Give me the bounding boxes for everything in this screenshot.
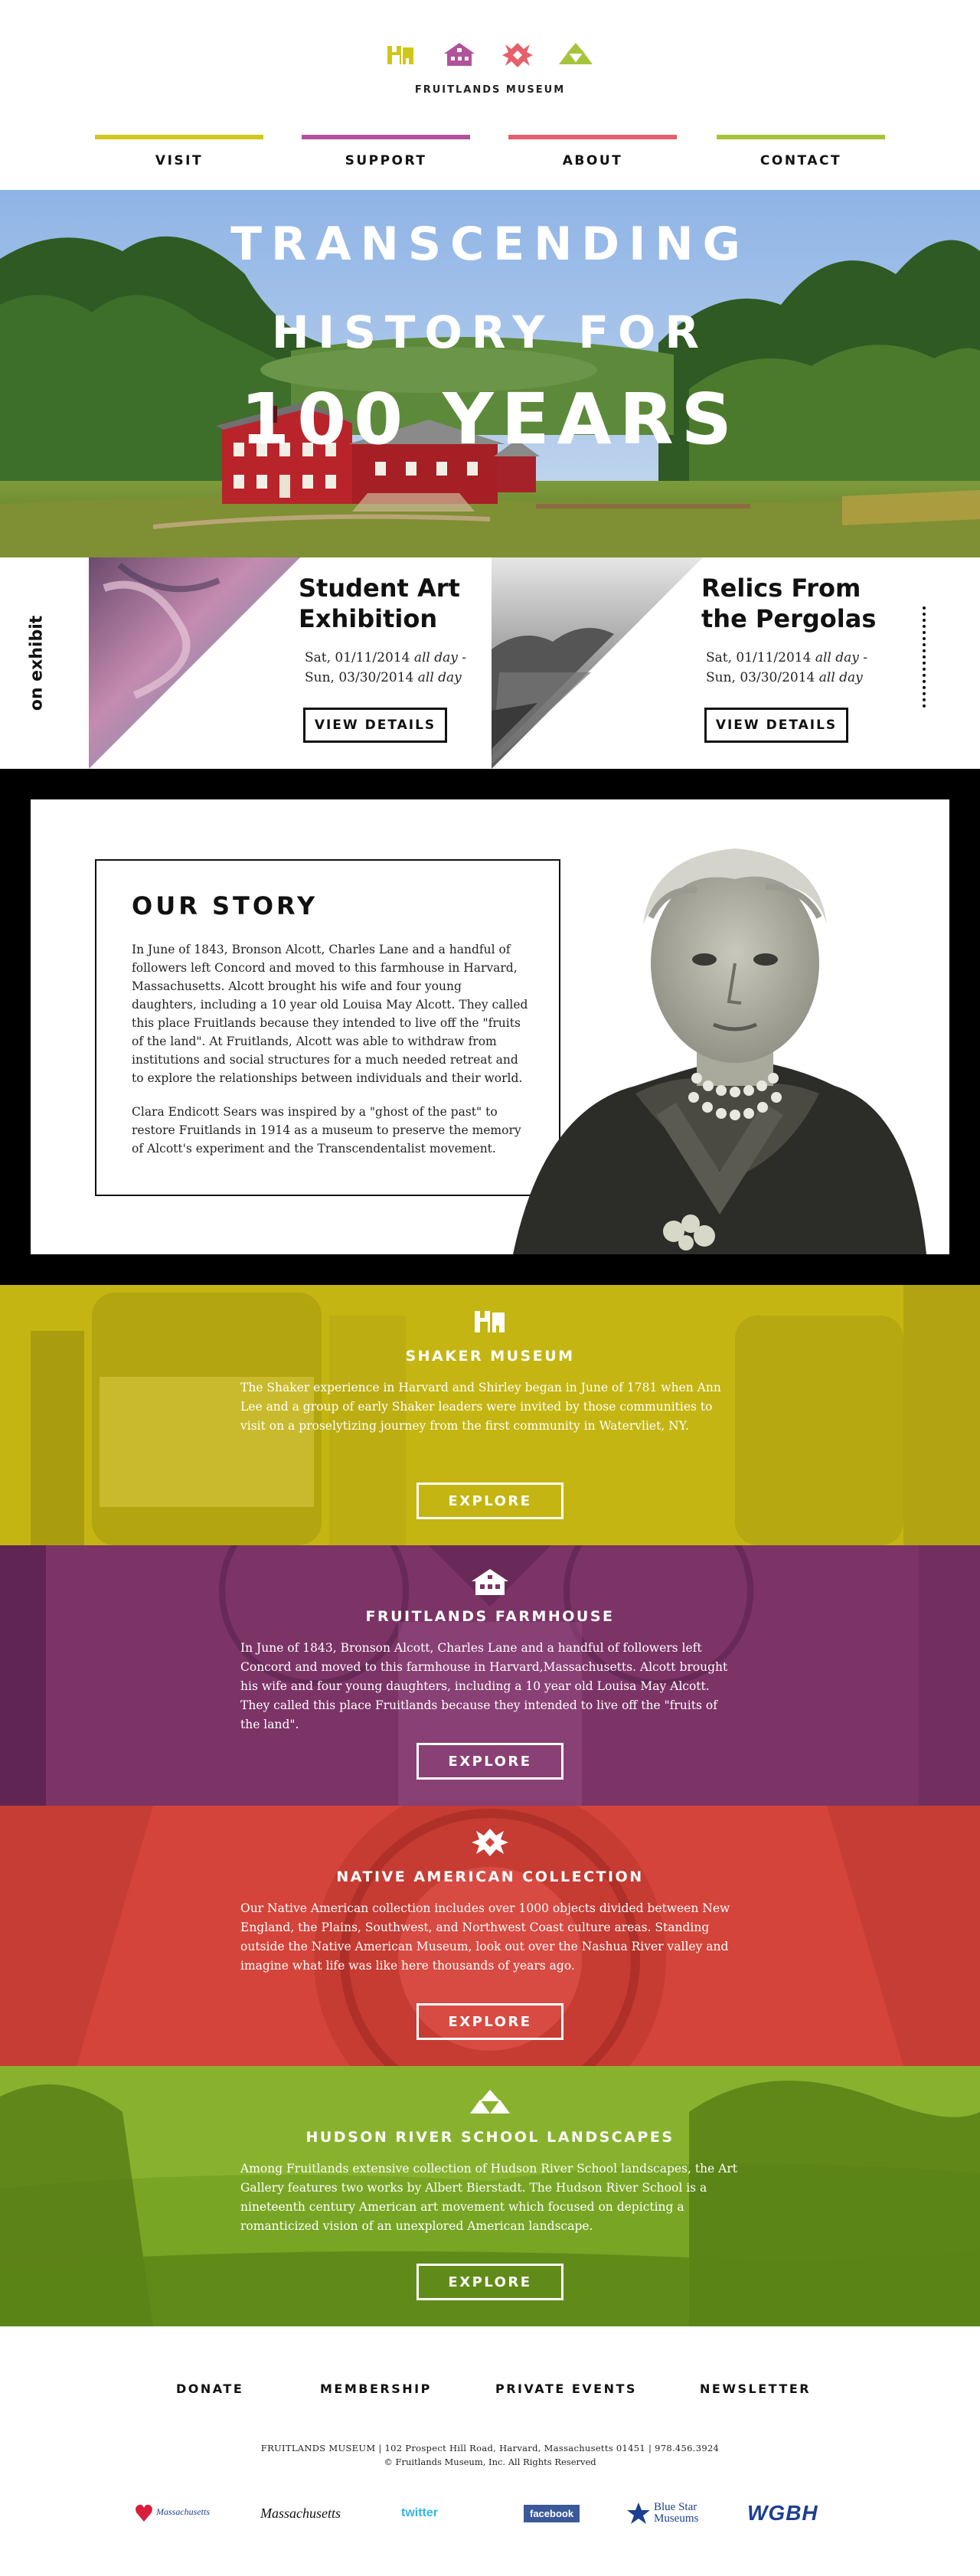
footer-link-private-events[interactable]: PRIVATE EVENTS: [495, 2381, 637, 2396]
on-exhibit-label: on exhibit: [27, 615, 47, 711]
date-end-time: all day: [818, 670, 863, 685]
our-story-paragraph: Clara Endicott Sears was inspired by a "…: [132, 1105, 521, 1156]
relics-pergolas-thumbnail[interactable]: [492, 557, 703, 769]
explore-button[interactable]: EXPLORE: [416, 2264, 564, 2300]
shaker-icon: [475, 1311, 505, 1332]
exhibit-title: Relics From the Pergolas: [701, 573, 876, 634]
collection-farmhouse: FRUITLANDS FARMHOUSE In June of 1843, Br…: [0, 1545, 980, 1806]
facebook-label: facebook: [524, 2504, 580, 2522]
sponsor-name: Massachusetts: [156, 2506, 210, 2517]
sponsor-name: Massachusetts: [260, 2505, 341, 2521]
student-art-thumbnail[interactable]: [89, 557, 300, 769]
exhibit-title-line: Relics From: [701, 574, 861, 603]
hero-title-line1: TRANSCENDING: [230, 217, 750, 271]
collection-title: SHAKER MUSEUM: [405, 1348, 575, 1365]
collection-description: Among Fruitlands extensive collection of…: [240, 2162, 738, 2233]
exhibit-dates: Sat, 01/11/2014 all day - Sun, 03/30/201…: [706, 648, 867, 688]
native-american-icon: [472, 1829, 508, 1856]
footer-link-newsletter[interactable]: NEWSLETTER: [700, 2381, 811, 2396]
nav-visit[interactable]: VISIT: [95, 135, 263, 173]
collection-title: FRUITLANDS FARMHOUSE: [365, 1608, 615, 1625]
nav-about[interactable]: ABOUT: [508, 135, 677, 173]
twitter-link[interactable]: twitter: [401, 2496, 438, 2530]
footer-link-donate[interactable]: DONATE: [176, 2381, 243, 2396]
sponsor-massvacation-logo[interactable]: Massachusetts: [260, 2496, 341, 2530]
star-icon: [627, 2502, 650, 2524]
shaker-icon: [387, 46, 413, 64]
nav-label: SUPPORT: [345, 153, 427, 168]
date-start: Sat, 01/11/2014: [706, 650, 812, 665]
on-exhibit-section: on exhibit Student Art Exhibition Sat, 0…: [0, 557, 980, 769]
page: FRUITLANDS MUSEUM VISIT SUPPORT ABOUT CO…: [0, 0, 980, 2576]
hudson-river-icon: [559, 43, 593, 64]
nav-label: VISIT: [155, 153, 204, 168]
date-end-time: all day: [417, 670, 462, 685]
date-separator: -: [457, 650, 467, 665]
footer-link-membership[interactable]: MEMBERSHIP: [320, 2381, 432, 2396]
site-header: FRUITLANDS MUSEUM VISIT SUPPORT ABOUT CO…: [0, 0, 980, 190]
sponsor-mass-tourism-logo[interactable]: Massachusetts: [135, 2496, 234, 2530]
exhibit-title-line: Student Art: [299, 574, 460, 603]
collection-hudson-river: HUDSON RIVER SCHOOL LANDSCAPES Among Fru…: [0, 2066, 980, 2326]
date-end: Sun, 03/30/2014: [305, 670, 414, 685]
sponsor-wgbh-logo[interactable]: WGBH: [747, 2496, 818, 2530]
exhibit-title-line: Exhibition: [299, 604, 438, 633]
collection-title: HUDSON RIVER SCHOOL LANDSCAPES: [305, 2129, 675, 2146]
exhibit-dates: Sat, 01/11/2014 all day - Sun, 03/30/201…: [305, 648, 466, 688]
nav-label: CONTACT: [760, 153, 842, 168]
collection-shaker: SHAKER MUSEUM The Shaker experience in H…: [0, 1285, 980, 1545]
collection-native-american: NATIVE AMERICAN COLLECTION Our Native Am…: [0, 1806, 980, 2066]
our-story-title: OUR STORY: [132, 891, 318, 920]
date-separator: -: [858, 650, 868, 665]
our-story-panel: OUR STORY In June of 1843, Bronson Alcot…: [31, 799, 949, 1254]
explore-button[interactable]: EXPLORE: [416, 2003, 564, 2040]
collection-description: The Shaker experience in Harvard and Shi…: [240, 1381, 721, 1433]
date-start-time: all day: [413, 650, 458, 665]
explore-button[interactable]: EXPLORE: [416, 1743, 564, 1780]
site-footer: DONATE MEMBERSHIP PRIVATE EVENTS NEWSLET…: [0, 2326, 980, 2576]
facebook-link[interactable]: facebook: [524, 2496, 580, 2530]
sponsor-name: Blue Star Museums: [654, 2501, 699, 2525]
twitter-label: twitter: [401, 2506, 438, 2519]
our-story-box: OUR STORY In June of 1843, Bronson Alcot…: [95, 859, 560, 1196]
site-logo[interactable]: [384, 41, 596, 72]
date-start: Sat, 01/11/2014: [305, 650, 410, 665]
date-start-time: all day: [815, 650, 859, 665]
nav-color-bar: [508, 135, 677, 139]
nav-color-bar: [302, 135, 470, 139]
nav-label: ABOUT: [562, 153, 623, 168]
clara-sears-portrait: [513, 848, 926, 1254]
main-nav: VISIT SUPPORT ABOUT CONTACT: [95, 135, 885, 173]
hudson-river-icon: [470, 2090, 510, 2113]
nav-support[interactable]: SUPPORT: [302, 135, 470, 173]
explore-button[interactable]: EXPLORE: [416, 1483, 564, 1519]
site-name[interactable]: FRUITLANDS MUSEUM: [0, 84, 980, 96]
collection-title: NATIVE AMERICAN COLLECTION: [336, 1868, 644, 1885]
view-details-button[interactable]: VIEW DETAILS: [704, 708, 848, 743]
exhibit-title-line: the Pergolas: [701, 604, 877, 633]
collection-description: In June of 1843, Bronson Alcott, Charles…: [240, 1641, 728, 1731]
nav-color-bar: [95, 135, 263, 139]
farmhouse-icon: [444, 43, 475, 66]
footer-copyright: © Fruitlands Museum, Inc. All Rights Res…: [384, 2457, 596, 2467]
carousel-dots[interactable]: [923, 606, 926, 708]
nav-contact[interactable]: CONTACT: [717, 135, 885, 173]
farmhouse-icon: [472, 1569, 508, 1595]
hero-banner: TRANSCENDING HISTORY FOR 100 YEARS: [0, 190, 980, 557]
nav-color-bar: [717, 135, 885, 139]
collection-description: Our Native American collection includes …: [240, 1901, 730, 1973]
view-details-button[interactable]: VIEW DETAILS: [303, 708, 447, 743]
our-story-paragraph: In June of 1843, Bronson Alcott, Charles…: [132, 943, 528, 1085]
hero-title-line3: 100 YEARS: [240, 378, 740, 460]
sponsor-name: WGBH: [747, 2501, 818, 2525]
exhibit-title: Student Art Exhibition: [299, 573, 460, 634]
footer-address: FRUITLANDS MUSEUM | 102 Prospect Hill Ro…: [260, 2443, 720, 2453]
native-american-icon: [502, 43, 533, 67]
hero-title-line2: HISTORY FOR: [271, 306, 709, 358]
sponsor-blue-star-museums-logo[interactable]: Blue Star Museums: [626, 2496, 727, 2530]
date-end: Sun, 03/30/2014: [706, 670, 815, 685]
our-story-section: OUR STORY In June of 1843, Bronson Alcot…: [0, 769, 980, 1285]
